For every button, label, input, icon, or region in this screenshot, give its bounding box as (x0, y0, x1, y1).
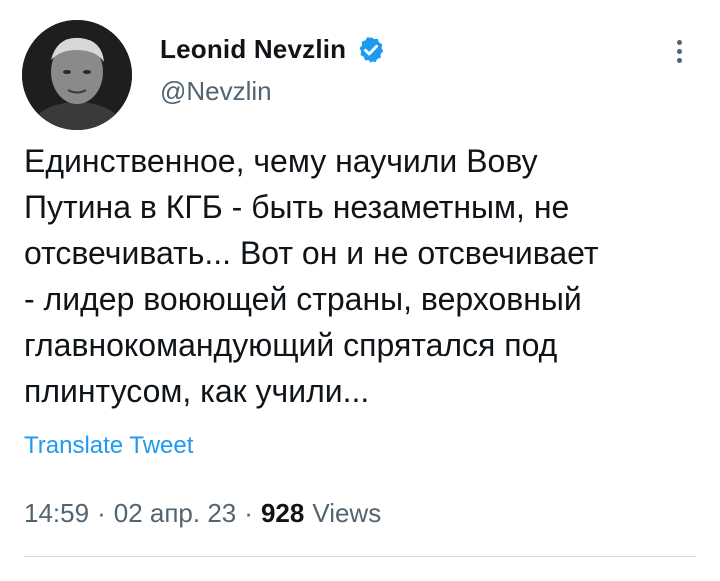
tweet-text: Единственное, чему научили Вову Путина в… (24, 143, 599, 409)
translate-tweet-link[interactable]: Translate Tweet (24, 432, 193, 460)
avatar-image (22, 20, 132, 130)
divider (24, 556, 696, 557)
meta-separator: · (97, 498, 106, 528)
tweet-date[interactable]: 02 апр. 23 (114, 498, 237, 529)
avatar[interactable] (22, 20, 132, 130)
meta-separator: · (244, 498, 253, 528)
views-count[interactable]: 928 (261, 498, 304, 529)
verified-badge-icon (356, 35, 386, 65)
tweet-meta: 14:59 · 02 апр. 23 · 928 Views (24, 498, 381, 529)
views-label[interactable]: Views (312, 498, 381, 529)
author-handle[interactable]: @Nevzlin (160, 76, 272, 107)
tweet-time[interactable]: 14:59 (24, 498, 89, 529)
author-display-name[interactable]: Leonid Nevzlin (160, 34, 346, 65)
more-options-icon[interactable] (664, 36, 694, 66)
author-name-row: Leonid Nevzlin (160, 34, 386, 65)
